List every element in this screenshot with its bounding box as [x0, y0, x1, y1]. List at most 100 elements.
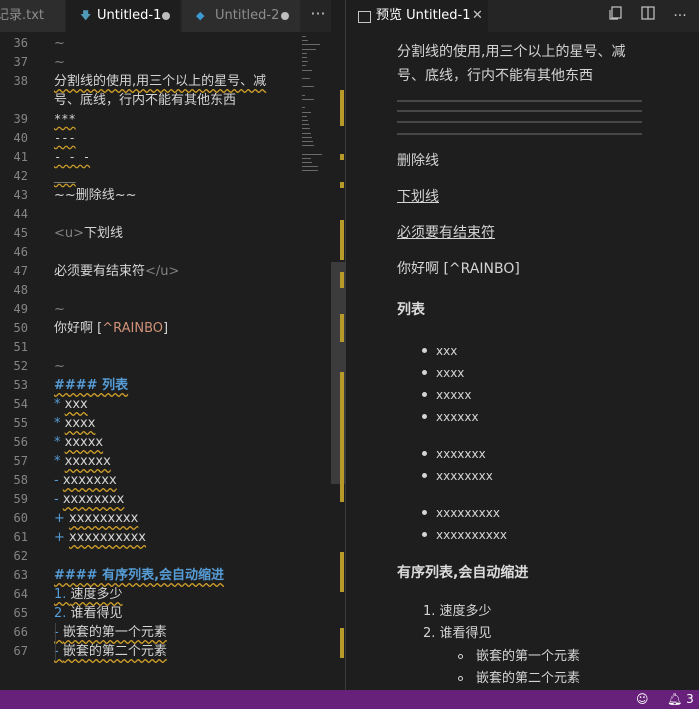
code-text: *** [54, 110, 76, 129]
editor-line[interactable]: 44 [0, 205, 300, 224]
markdown-icon: 🡇 [80, 9, 92, 22]
editor-line[interactable]: 37 ~ [0, 53, 300, 72]
editor-line[interactable]: 63 #### 有序列表,会自动缩进 [0, 566, 300, 585]
line-number: 53 [13, 378, 28, 392]
unsaved-dot-icon[interactable] [162, 12, 170, 20]
editor-line[interactable]: 58 - xxxxxxx [0, 471, 300, 490]
editor-line[interactable]: 60 + xxxxxxxxx [0, 509, 300, 528]
line-number: 43 [13, 188, 28, 202]
editor-line[interactable]: 42 ___ [0, 167, 300, 186]
editor-line[interactable]: 51 [0, 338, 300, 357]
notifications-bell-icon[interactable]: 🔔︎ 3 [667, 690, 694, 709]
close-icon[interactable]: ✕ [472, 0, 483, 32]
editor-line[interactable]: 66 - 嵌套的第一个元素 [0, 623, 300, 642]
editor-line[interactable]: 45 <u>下划线 [0, 224, 300, 243]
editor-line[interactable]: 65 2. 谁看得见 [0, 604, 300, 623]
editor-line[interactable]: 46 [0, 243, 300, 262]
nested-list-item: 嵌套的第二个元素 [476, 671, 581, 686]
editor-line[interactable]: 52 ~ [0, 357, 300, 376]
tab-label: Untitled-2 [215, 8, 280, 23]
editor-line[interactable]: 59 - xxxxxxxx [0, 490, 300, 509]
code-token: ~ [54, 36, 65, 51]
tab-untitled-1[interactable]: 🡇 Untitled-1 [66, 0, 180, 32]
tab-preview[interactable]: 预览 Untitled-1 ✕ [346, 0, 488, 32]
tab-untitled-2[interactable]: ◆ Untitled-2 [182, 0, 300, 32]
unsaved-dot-icon[interactable] [281, 12, 289, 20]
editor-line[interactable]: 36 ~ [0, 34, 300, 53]
code-token: xxxx [64, 416, 96, 431]
editor-line[interactable]: 64 1. 速度多少 [0, 585, 300, 604]
bullet-icon [422, 510, 427, 515]
editor-line[interactable]: 49 ~ [0, 300, 300, 319]
more-actions-icon[interactable]: ··· [306, 0, 330, 32]
editor-line[interactable]: 48 [0, 281, 300, 300]
line-number: 64 [13, 587, 28, 601]
horizontal-rule [397, 100, 642, 102]
indent-guide [55, 623, 56, 661]
editor-line[interactable]: 62 [0, 547, 300, 566]
editor-line[interactable]: 56 * xxxxx [0, 433, 300, 452]
code-text: ~ [54, 300, 65, 319]
minimap-line [302, 86, 314, 88]
bullet-icon [422, 414, 427, 419]
line-number: 51 [13, 340, 28, 354]
code-text: ~ [54, 53, 65, 72]
feedback-smiley-icon[interactable]: ☺ [636, 690, 649, 709]
editor-line[interactable]: 67 - 嵌套的第二个元素 [0, 642, 300, 661]
list-item: xxxx [436, 366, 465, 380]
code-token: xxxxxxxxx [69, 511, 139, 526]
tab-record-txt[interactable]: 记录.txt [0, 0, 65, 32]
code-token: <u> [54, 226, 85, 241]
circle-bullet-icon [458, 676, 463, 681]
line-number: 46 [13, 245, 28, 259]
minimap-line [302, 120, 308, 121]
list-item: xxxxxxx [436, 447, 486, 461]
editor-line[interactable]: 39 *** [0, 110, 300, 129]
tab-label: Untitled-1 [97, 8, 162, 23]
line-number: 45 [13, 226, 28, 240]
editor-line[interactable]: 54 * xxx [0, 395, 300, 414]
minimap-line [302, 48, 316, 50]
open-source-icon[interactable] [604, 4, 628, 28]
strikethrough-text: 删除线 [397, 153, 439, 169]
editor-line[interactable]: 55 * xxxx [0, 414, 300, 433]
minimap-line [302, 36, 306, 37]
editor-line[interactable]: 61 + xxxxxxxxxx [0, 528, 300, 547]
code-editor[interactable]: 36 ~37 ~38 分割线的使用,用三个以上的星号、减 号、底线，行内不能有其他东西 3… [0, 32, 345, 690]
list-item: xxxxxxxxx [436, 506, 500, 520]
code-text: ___ [54, 167, 76, 186]
tab-label: 预览 Untitled-1 [376, 8, 471, 23]
code-token: #### 有序列表,会自动缩进 [54, 568, 225, 583]
code-token: </u> [145, 264, 180, 279]
editor-line[interactable]: 50 你好啊 [^RAINBO] [0, 319, 300, 338]
code-token: ~~删除线~~ [54, 188, 137, 203]
editor-line[interactable]: 57 * xxxxxx [0, 452, 300, 471]
line-number: 66 [13, 625, 28, 639]
code-token: - - - [54, 150, 91, 164]
list-item: xxxxx [436, 388, 472, 402]
minimap[interactable] [300, 32, 331, 192]
ordered-list-heading: 有序列表,会自动缩进 [397, 565, 529, 581]
minimap-line [302, 132, 311, 134]
code-text: #### 列表 [54, 376, 128, 395]
bullet-icon [422, 348, 427, 353]
editor-line[interactable]: 38 分割线的使用,用三个以上的星号、减 [0, 72, 300, 91]
more-actions-icon[interactable]: ··· [668, 4, 692, 28]
notification-count: 3 [686, 692, 694, 706]
editor-line[interactable]: 41 - - - [0, 148, 300, 167]
code-token: + [54, 511, 70, 526]
editor-line[interactable]: 号、底线，行内不能有其他东西 [0, 91, 300, 110]
code-token: 谁看得见 [70, 606, 123, 621]
code-token: --- [54, 131, 76, 145]
editor-line[interactable]: 47 必须要有结束符</u> [0, 262, 300, 281]
editor-line[interactable]: 40 --- [0, 129, 300, 148]
code-text: 你好啊 [^RAINBO] [54, 319, 168, 338]
code-token: ___ [54, 169, 76, 183]
line-number: 54 [13, 397, 28, 411]
code-token: ] [163, 321, 169, 336]
minimap-line [302, 111, 311, 113]
editor-line[interactable]: 53 #### 列表 [0, 376, 300, 395]
split-editor-icon[interactable] [636, 4, 660, 28]
code-text: - - - [54, 148, 90, 167]
editor-line[interactable]: 43 ~~删除线~~ [0, 186, 300, 205]
